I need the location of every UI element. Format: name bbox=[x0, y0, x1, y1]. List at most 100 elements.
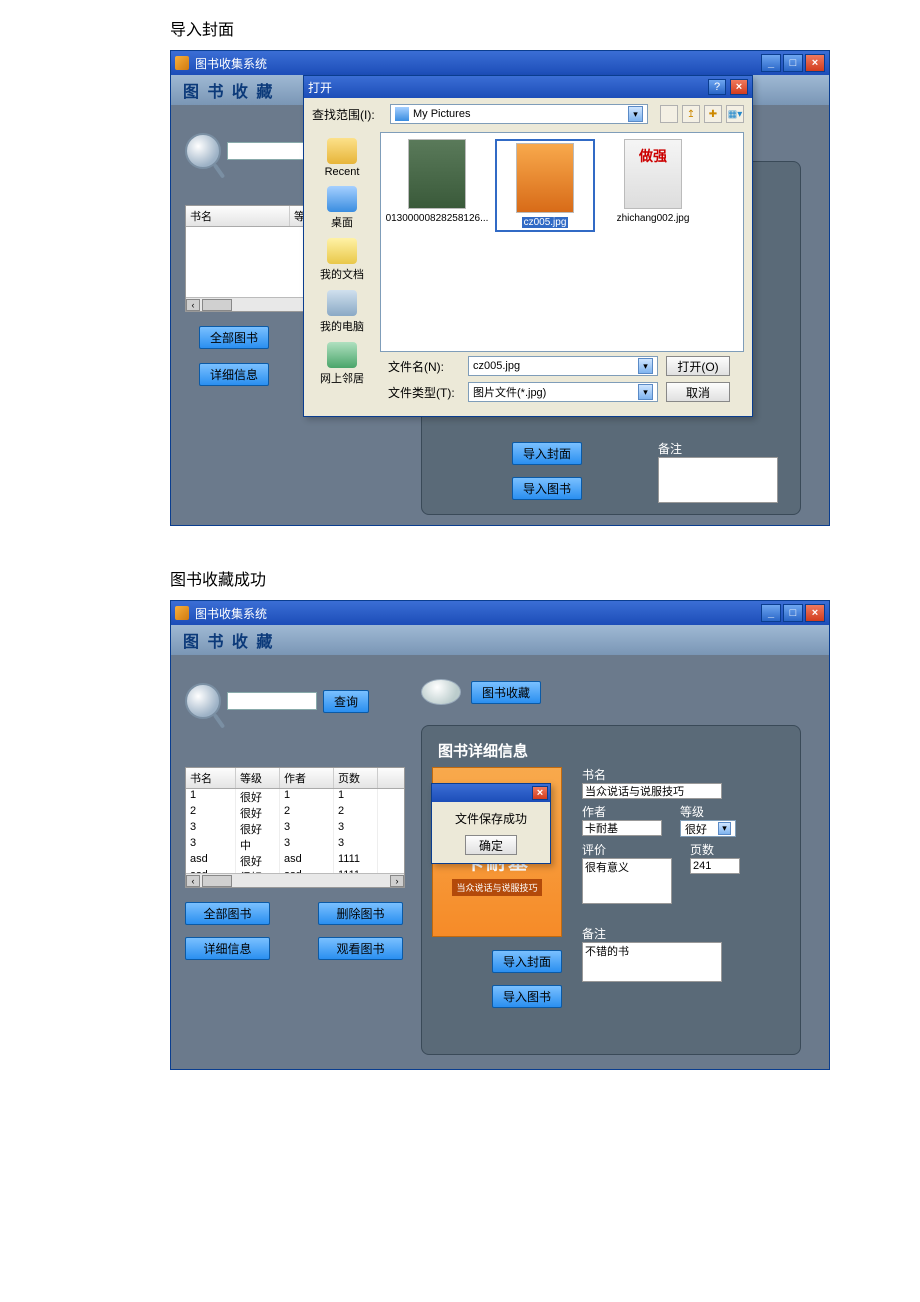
table-row[interactable]: 3很好33 bbox=[186, 821, 404, 837]
place-recent-label: Recent bbox=[325, 166, 360, 178]
filetype-combo[interactable]: 图片文件(*.jpg) ▾ bbox=[468, 382, 658, 402]
msgbox-ok-button[interactable]: 确定 bbox=[465, 835, 517, 855]
maximize-button[interactable]: □ bbox=[783, 604, 803, 622]
cover-bar-text: 当众说话与说服技巧 bbox=[452, 879, 541, 896]
details-fields: 书名 作者 等级 很好 ▾ bbox=[582, 762, 790, 985]
grid-header-cell[interactable]: 等级 bbox=[236, 768, 280, 788]
table-cell: 1 bbox=[334, 789, 378, 805]
import-buttons: 导入封面 导入图书 bbox=[492, 950, 562, 1008]
detail-button[interactable]: 详细信息 bbox=[199, 363, 269, 386]
msgbox-close-button[interactable]: × bbox=[532, 786, 548, 800]
detail-button[interactable]: 详细信息 bbox=[185, 937, 270, 960]
chevron-down-icon[interactable]: ▾ bbox=[638, 358, 653, 374]
close-button[interactable]: × bbox=[805, 604, 825, 622]
grid-header-cell[interactable]: 页数 bbox=[334, 768, 378, 788]
file-list[interactable]: 01300000828258126... cz005.jpg zhichang002… bbox=[380, 132, 744, 352]
minimize-button[interactable]: _ bbox=[761, 604, 781, 622]
details-panel: 图书详细信息 THE QUICK & EASY WAYOFSPEAKING IN… bbox=[421, 725, 801, 1055]
search-input[interactable] bbox=[227, 692, 317, 710]
folder-icon bbox=[395, 107, 409, 121]
app-icon bbox=[175, 56, 189, 70]
computer-icon bbox=[327, 290, 357, 316]
import-book-button[interactable]: 导入图书 bbox=[492, 985, 562, 1008]
import-book-button[interactable]: 导入图书 bbox=[512, 477, 582, 500]
thumbnail-image bbox=[624, 139, 682, 209]
table-cell: 1111 bbox=[334, 869, 378, 873]
table-row[interactable]: 3中33 bbox=[186, 837, 404, 853]
table-cell: 3 bbox=[186, 837, 236, 853]
grid-body: 1很好112很好223很好333中33asd很好asd1111asd很好asd1… bbox=[186, 789, 404, 873]
scroll-thumb[interactable] bbox=[202, 299, 232, 311]
file-thumb[interactable]: 01300000828258126... bbox=[387, 139, 487, 224]
table-cell: asd bbox=[186, 869, 236, 873]
place-docs[interactable]: 我的文档 bbox=[304, 234, 380, 286]
scroll-left[interactable]: ‹ bbox=[186, 299, 200, 311]
notes-textarea[interactable]: 不错的书 bbox=[582, 942, 722, 982]
review-textarea[interactable]: 很有意义 bbox=[582, 858, 672, 904]
views-icon[interactable]: ▦▾ bbox=[726, 105, 744, 123]
filetype-value: 图片文件(*.jpg) bbox=[473, 384, 546, 400]
search-button[interactable]: 查询 bbox=[323, 690, 369, 713]
all-books-button[interactable]: 全部图书 bbox=[199, 326, 269, 349]
grid-header-cell[interactable]: 书名 bbox=[186, 206, 290, 226]
close-button[interactable]: × bbox=[805, 54, 825, 72]
table-row[interactable]: asd很好asd1111 bbox=[186, 853, 404, 869]
file-caption: zhichang002.jpg bbox=[617, 213, 690, 224]
open-dialog: 打开 ? × 查找范围(I): My Pictures ▾ ↥ ✚ ▦▾ bbox=[303, 75, 753, 417]
lookin-combo[interactable]: My Pictures ▾ bbox=[390, 104, 648, 124]
table-cell: 中 bbox=[236, 837, 280, 853]
place-pc[interactable]: 我的电脑 bbox=[304, 286, 380, 338]
notes-textarea[interactable] bbox=[658, 457, 778, 503]
collect-button[interactable]: 图书收藏 bbox=[471, 681, 541, 704]
file-thumb[interactable]: cz005.jpg bbox=[495, 139, 595, 232]
import-cover-button[interactable]: 导入封面 bbox=[512, 442, 582, 465]
up-icon[interactable]: ↥ bbox=[682, 105, 700, 123]
cancel-button[interactable]: 取消 bbox=[666, 382, 730, 402]
scroll-left[interactable]: ‹ bbox=[186, 875, 200, 887]
desktop-icon bbox=[327, 186, 357, 212]
grid-scrollbar[interactable]: ‹ › bbox=[186, 873, 404, 887]
grid-header: 书名等级作者页数 bbox=[186, 768, 404, 789]
pages-label: 页数 bbox=[690, 841, 740, 858]
rating-select[interactable]: 很好 ▾ bbox=[680, 820, 736, 837]
filename-combo[interactable]: cz005.jpg ▾ bbox=[468, 356, 658, 376]
filename-value: cz005.jpg bbox=[473, 360, 520, 372]
new-folder-icon[interactable]: ✚ bbox=[704, 105, 722, 123]
maximize-button[interactable]: □ bbox=[783, 54, 803, 72]
table-cell: 很好 bbox=[236, 821, 280, 837]
dialog-close-button[interactable]: × bbox=[730, 79, 748, 95]
dialog-help-button[interactable]: ? bbox=[708, 79, 726, 95]
scroll-right[interactable]: › bbox=[390, 875, 404, 887]
author-input[interactable] bbox=[582, 820, 662, 836]
back-icon[interactable] bbox=[660, 105, 678, 123]
delete-book-button[interactable]: 删除图书 bbox=[318, 902, 403, 925]
open-button[interactable]: 打开(O) bbox=[666, 356, 730, 376]
minimize-button[interactable]: _ bbox=[761, 54, 781, 72]
file-thumb[interactable]: zhichang002.jpg bbox=[603, 139, 703, 224]
search-row: 查询 bbox=[185, 683, 403, 719]
grid-header-cell[interactable]: 作者 bbox=[280, 768, 334, 788]
all-books-button[interactable]: 全部图书 bbox=[185, 902, 270, 925]
view-book-button[interactable]: 观看图书 bbox=[318, 937, 403, 960]
table-row[interactable]: 1很好11 bbox=[186, 789, 404, 805]
chevron-down-icon[interactable]: ▾ bbox=[628, 106, 643, 122]
import-cover-button[interactable]: 导入封面 bbox=[492, 950, 562, 973]
book-grid: 书名等级作者页数 1很好112很好223很好333中33asd很好asd1111… bbox=[185, 767, 405, 888]
table-row[interactable]: 2很好22 bbox=[186, 805, 404, 821]
chevron-down-icon[interactable]: ▾ bbox=[638, 384, 653, 400]
docs-icon bbox=[327, 238, 357, 264]
table-cell: 3 bbox=[280, 837, 334, 853]
scroll-thumb[interactable] bbox=[202, 875, 232, 887]
pages-input[interactable] bbox=[690, 858, 740, 874]
msgbox-titlebar: × bbox=[432, 784, 550, 802]
table-row[interactable]: asd很好asd1111 bbox=[186, 869, 404, 873]
file-caption: cz005.jpg bbox=[522, 217, 569, 228]
place-network[interactable]: 网上邻居 bbox=[304, 338, 380, 390]
msgbox-body: 文件保存成功 确定 bbox=[432, 802, 550, 863]
name-input[interactable] bbox=[582, 783, 722, 799]
grid-header-cell[interactable]: 书名 bbox=[186, 768, 236, 788]
chevron-down-icon[interactable]: ▾ bbox=[718, 822, 731, 835]
place-desktop[interactable]: 桌面 bbox=[304, 182, 380, 234]
place-recent[interactable]: Recent bbox=[304, 134, 380, 182]
table-cell: 2 bbox=[186, 805, 236, 821]
